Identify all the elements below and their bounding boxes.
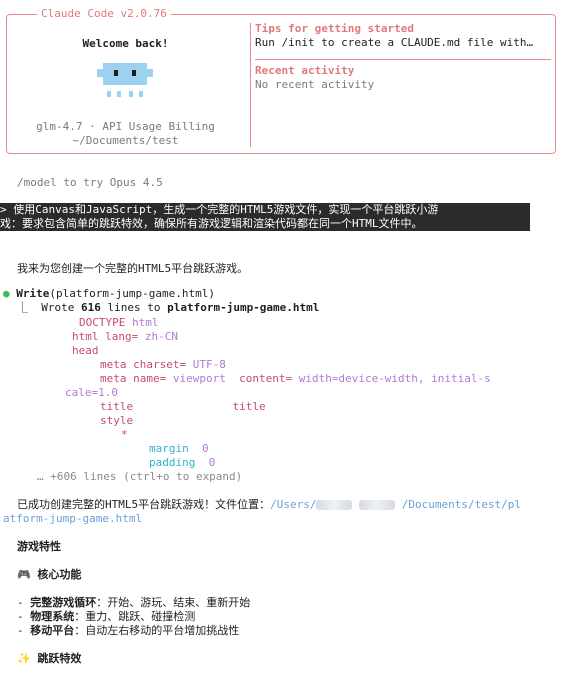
code-line-html: html lang= zh-CN <box>72 330 178 343</box>
code-line-doctype: DOCTYPE html <box>79 316 159 329</box>
success-prefix: 已成功创建完整的HTML5平台跳跃游戏！文件位置： <box>17 498 271 511</box>
status-dot-icon: ● <box>3 287 10 300</box>
code-line-title: title title <box>100 400 266 413</box>
file-path-part3[interactable]: atform-jump-game.html <box>3 512 142 526</box>
tips-title: Tips for getting started <box>255 22 414 35</box>
panel-divider-horizontal <box>255 59 551 60</box>
expand-hint[interactable]: … +606 lines (ctrl+o to expand) <box>37 470 242 484</box>
tool-result-mid: lines to <box>100 301 168 314</box>
feature-item: - 移动平台：自动左右移动的平台增加挑战性 <box>17 624 240 637</box>
app-title: Claude Code v2.0.76 <box>37 7 171 21</box>
tool-result-line: ⎿ Wrote 616 lines to platform-jump-game.… <box>17 301 319 315</box>
feature-item: - 物理系统：重力、跳跃、碰撞检测 <box>17 610 196 623</box>
code-line-meta-charset: meta charset= UTF-8 <box>100 358 226 371</box>
file-path-part1[interactable]: /Users/ <box>270 498 316 511</box>
model-billing-line: glm-4.7 · API Usage Billing <box>36 120 215 133</box>
welcome-text: Welcome back! <box>82 37 169 50</box>
panel-divider-vertical <box>250 23 251 147</box>
tips-text: Run /init to create a CLAUDE.md file wit… <box>255 36 534 49</box>
success-line: 已成功创建完整的HTML5平台跳跃游戏！文件位置：/Users/ /Docume… <box>17 498 521 512</box>
model-hint: /model to try Opus 4.5 <box>17 176 163 189</box>
code-line-padding: padding 0 <box>149 456 216 469</box>
cwd-line: ~/Documents/test <box>72 134 179 147</box>
features-heading: 游戏特性 <box>17 540 61 553</box>
tool-result-file: platform-jump-game.html <box>167 301 320 314</box>
code-line-margin: margin 0 <box>149 442 209 455</box>
code-line-meta-viewport: meta name= viewport content= width=devic… <box>100 372 491 385</box>
file-path-part2[interactable]: /Documents/test/pl <box>402 498 521 511</box>
feature-item: - 完整游戏循环：开始、游玩、结束、重新开始 <box>17 596 251 609</box>
activity-title: Recent activity <box>255 64 355 77</box>
tool-result-count: 616 <box>80 301 101 314</box>
tool-call-line: ● Write(platform-jump-game.html) <box>3 287 215 301</box>
sparkles-icon: ✨ <box>17 652 31 665</box>
redacted-username <box>316 500 353 510</box>
user-prompt: > 使用Canvas和JavaScript，生成一个完整的HTML5游戏文件，实… <box>0 203 530 231</box>
tool-result-prefix: ⎿ Wrote <box>17 301 81 314</box>
core-features-title: 🎮 核心功能 <box>17 568 82 581</box>
code-line-selector: * <box>121 428 128 441</box>
code-line-viewport-cont: cale=1.0 <box>65 386 118 399</box>
code-line-head: head <box>72 344 99 357</box>
redacted-username-2 <box>359 500 396 510</box>
tool-name: Write <box>16 287 50 300</box>
gamepad-icon: 🎮 <box>17 568 31 581</box>
prompt-line-1: > 使用Canvas和JavaScript，生成一个完整的HTML5游戏文件，实… <box>0 203 439 216</box>
assistant-intro: 我来为您创建一个完整的HTML5平台跳跃游戏。 <box>17 262 249 275</box>
activity-text: No recent activity <box>255 78 375 91</box>
jump-effects-title: ✨ 跳跃特效 <box>17 652 82 665</box>
prompt-line-2: 戏：要求包含简单的跳跃特效，确保所有游戏逻辑和渲染代码都在同一个HTML文件中。 <box>0 217 423 230</box>
welcome-panel: Claude Code v2.0.76 Welcome back! glm-4.… <box>6 7 556 154</box>
code-line-style: style <box>100 414 134 427</box>
mascot-icon <box>97 63 153 97</box>
tool-args: (platform-jump-game.html) <box>49 287 215 300</box>
